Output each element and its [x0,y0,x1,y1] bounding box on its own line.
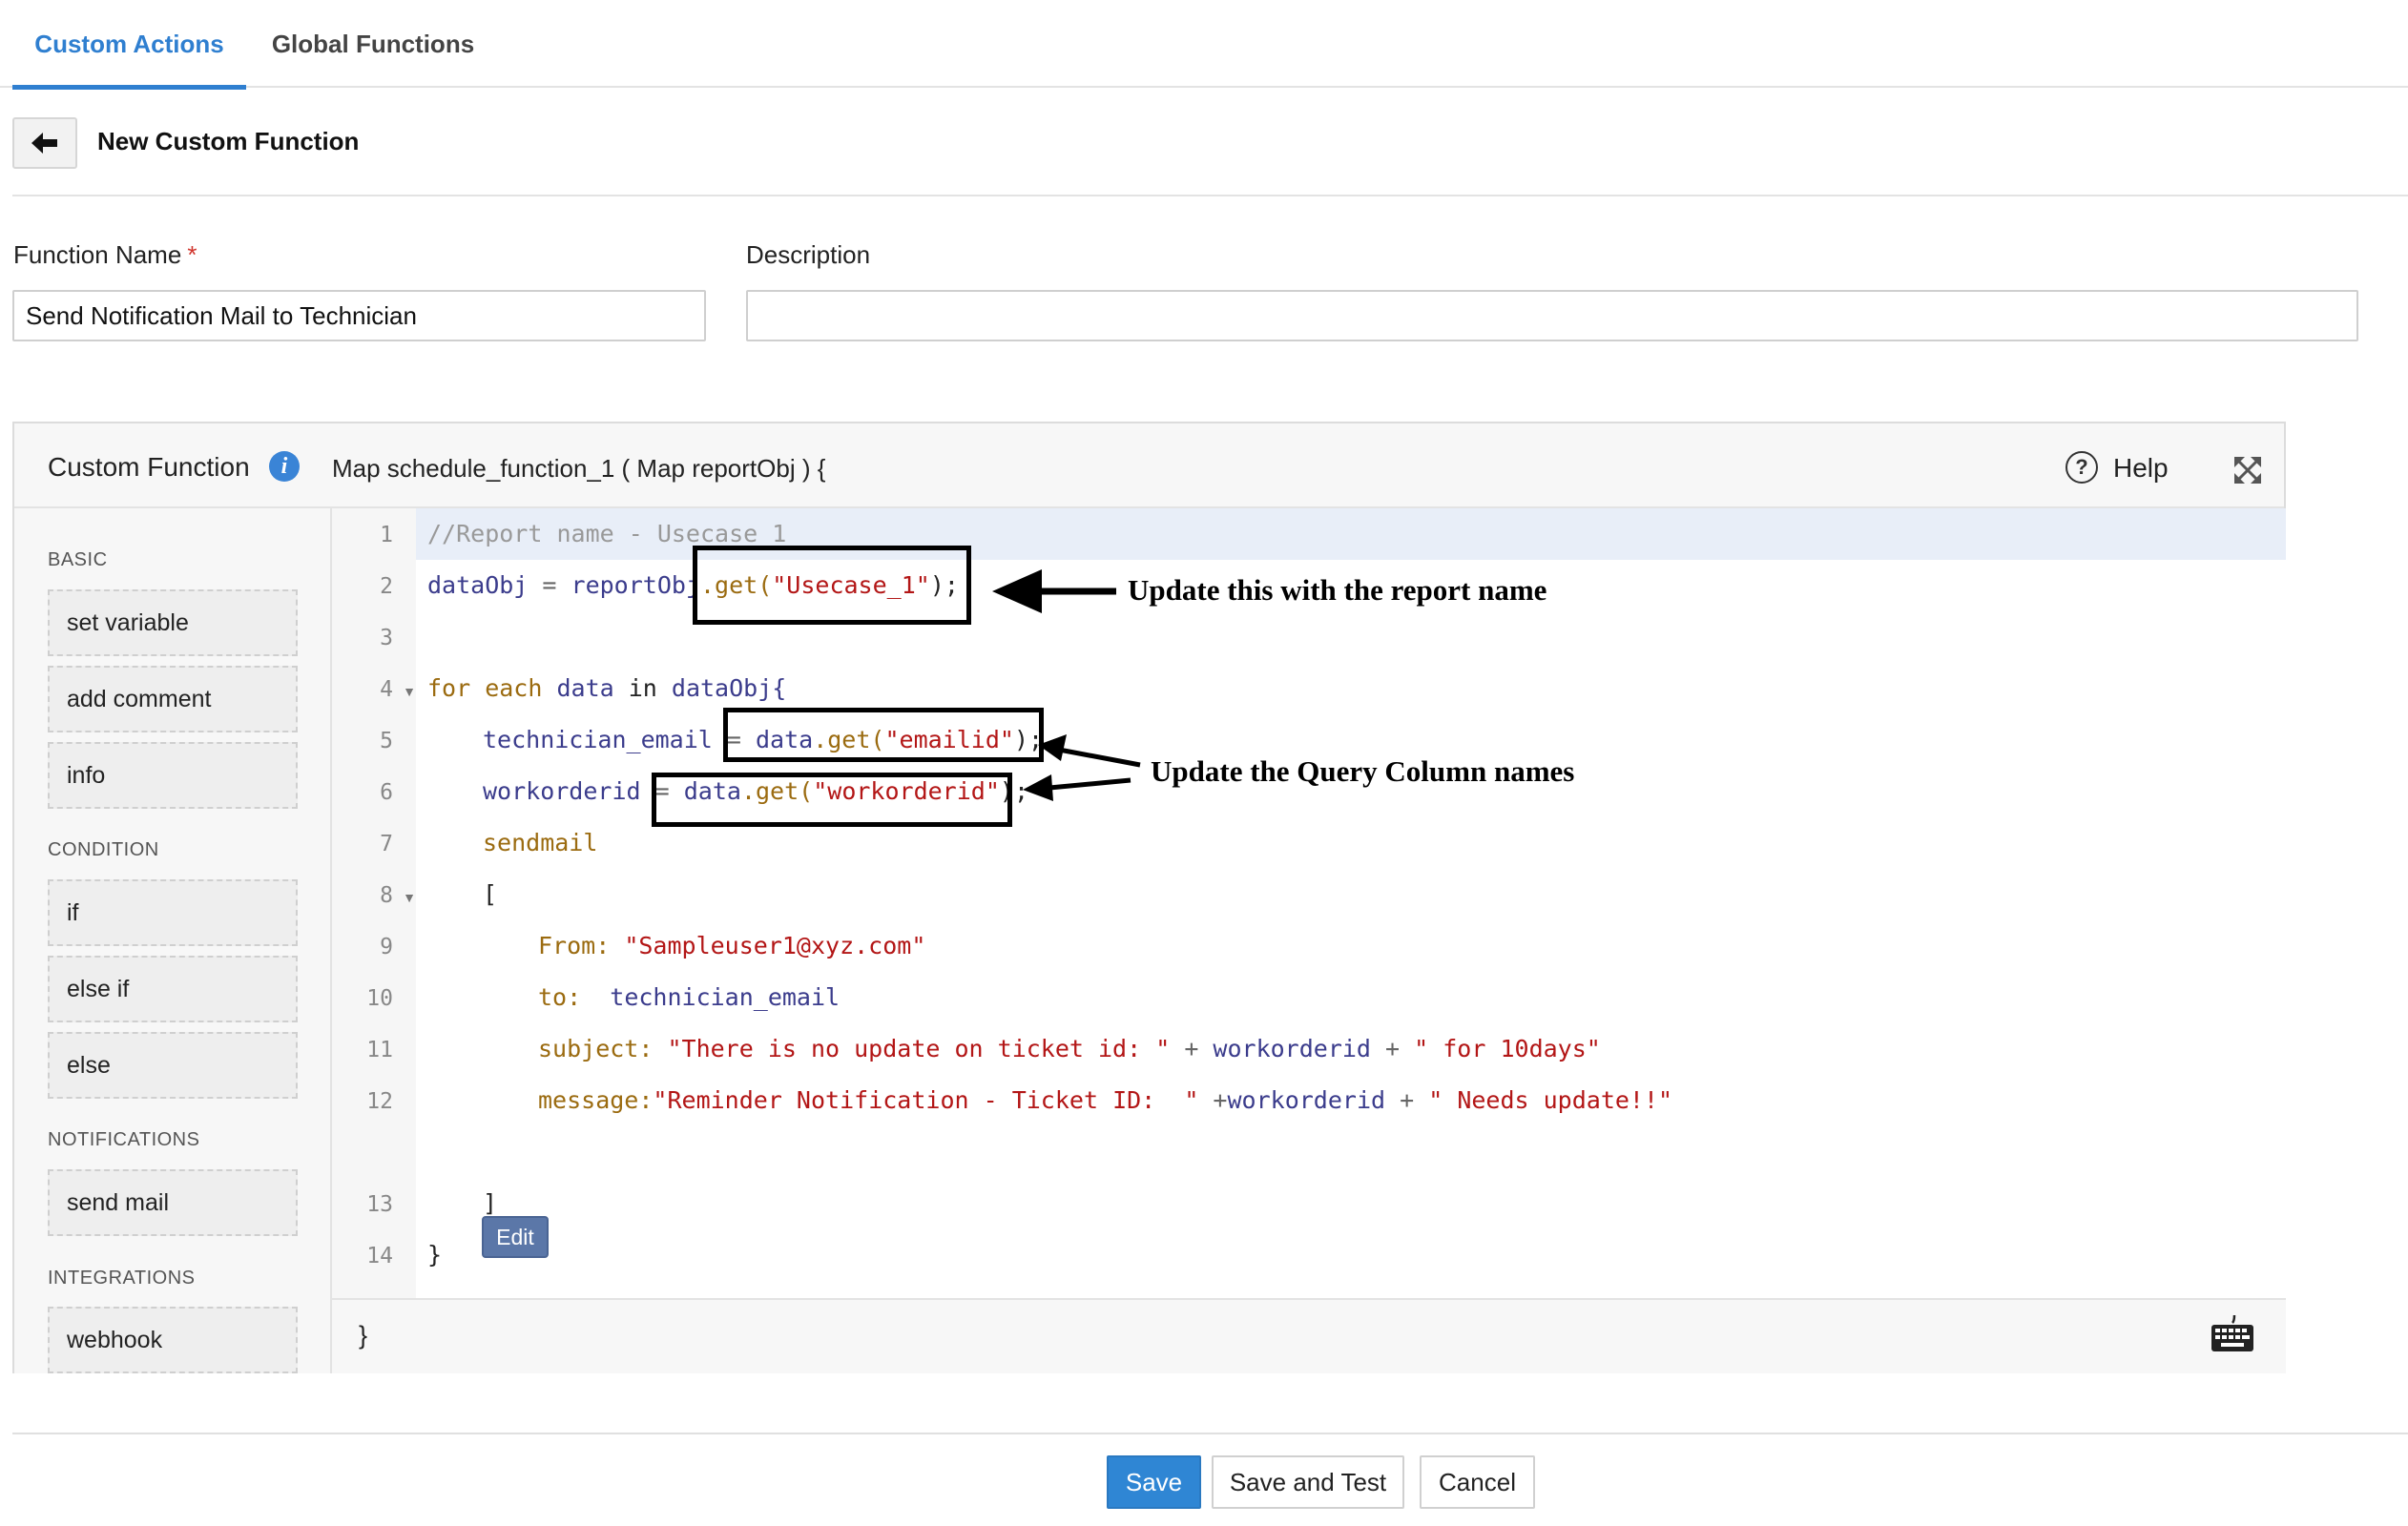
save-button[interactable]: Save [1107,1455,1201,1509]
annotation-report-name: Update this with the report name [1128,573,1547,607]
cancel-button[interactable]: Cancel [1420,1455,1535,1509]
save-and-test-button[interactable]: Save and Test [1212,1455,1404,1509]
annotation-query-columns: Update the Query Column names [1151,754,1575,788]
footer-divider [12,1433,2408,1434]
